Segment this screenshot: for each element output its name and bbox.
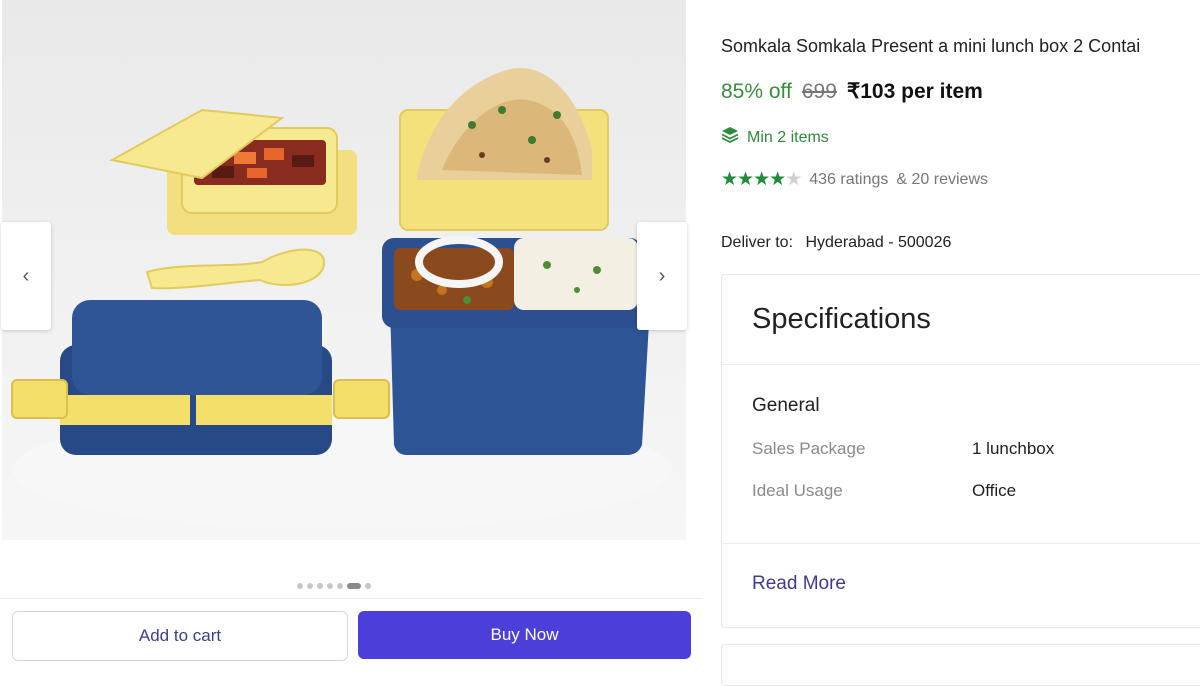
min-items-label: Min 2 items <box>747 128 829 146</box>
next-section-card <box>721 644 1200 686</box>
spoon <box>145 248 326 290</box>
product-image[interactable] <box>2 0 686 540</box>
carousel-dot[interactable] <box>307 583 313 589</box>
product-gallery: ‹ › Add to cart Buy Now <box>0 0 702 667</box>
carousel-dot[interactable] <box>317 583 323 589</box>
deliver-to-label: Deliver to: <box>721 234 794 251</box>
next-image-button[interactable]: › <box>637 222 687 330</box>
chevron-left-icon: ‹ <box>22 264 30 287</box>
carousel-dot[interactable] <box>347 583 361 589</box>
blue-box-open <box>382 236 650 455</box>
min-items-badge: Min 2 items <box>721 126 829 149</box>
lunch-box-illustration <box>11 68 672 530</box>
star-icon: ★ <box>737 169 754 190</box>
spec-key: Sales Package <box>752 439 866 458</box>
star-icon: ★ <box>721 169 738 190</box>
add-to-cart-button[interactable]: Add to cart <box>12 611 348 661</box>
action-bar: Add to cart Buy Now <box>0 598 702 667</box>
read-more-link[interactable]: Read More <box>752 573 846 595</box>
star-rating: ★★★★★ <box>721 168 802 191</box>
price-row: 85% off 699 ₹103 per item <box>721 79 983 104</box>
spec-value: Office <box>972 481 1017 500</box>
yellow-container-small <box>109 108 357 235</box>
chevron-right-icon: › <box>658 264 666 287</box>
divider <box>722 543 1200 544</box>
discount-percent: 85% off <box>721 80 792 103</box>
carousel-dot[interactable] <box>297 583 303 589</box>
divider <box>722 364 1200 365</box>
stack-layers-icon <box>721 126 739 149</box>
yellow-container-roti <box>399 68 609 231</box>
carousel-dot[interactable] <box>337 583 343 589</box>
spec-group-title: General <box>752 395 820 416</box>
spec-value: 1 lunchbox <box>972 439 1055 458</box>
selling-price: ₹103 per item <box>846 80 983 103</box>
carousel-dot[interactable] <box>365 583 371 589</box>
star-icon: ★ <box>769 169 786 190</box>
product-title: Somkala Somkala Present a mini lunch box… <box>721 36 1141 56</box>
carousel-dot[interactable] <box>327 583 333 589</box>
rating-row[interactable]: ★★★★★ 436 ratings & 20 reviews <box>721 168 988 191</box>
original-price: 699 <box>801 80 837 103</box>
product-details: Somkala Somkala Present a mini lunch box… <box>721 0 1200 686</box>
delivery-pincode: Hyderabad - 500026 <box>805 234 952 251</box>
carousel-dots <box>297 583 371 589</box>
specifications-card: Specifications General Sales Package 1 l… <box>721 274 1200 628</box>
delivery-location[interactable]: Deliver to: Hyderabad - 500026 <box>721 234 951 252</box>
buy-now-button[interactable]: Buy Now <box>358 611 691 659</box>
specifications-heading: Specifications <box>752 303 931 335</box>
spec-key: Ideal Usage <box>752 481 843 500</box>
star-icon: ★ <box>753 169 770 190</box>
ratings-count: 436 ratings <box>809 170 889 188</box>
star-icon: ★ <box>785 169 802 190</box>
reviews-count: & 20 reviews <box>896 170 988 188</box>
previous-image-button[interactable]: ‹ <box>1 222 51 330</box>
